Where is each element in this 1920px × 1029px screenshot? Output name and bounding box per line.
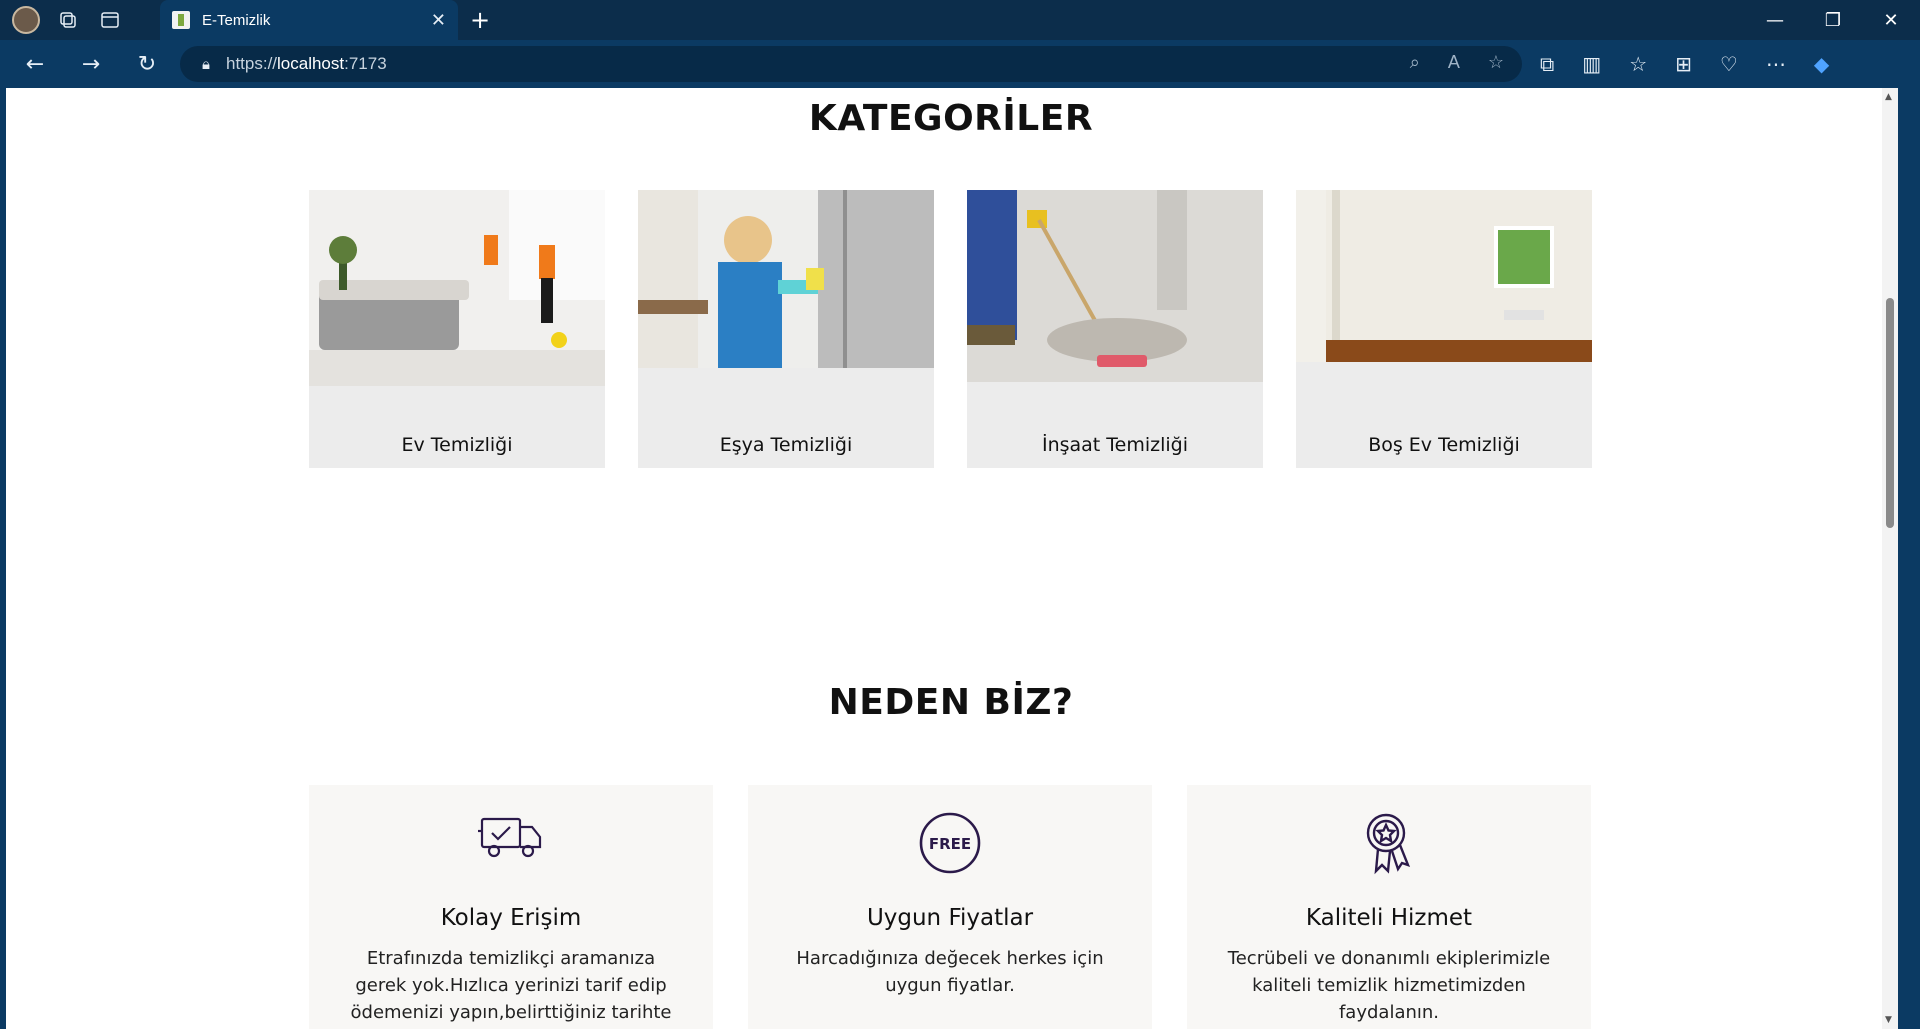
lock-icon[interactable]: 🔒︎ (202, 56, 210, 73)
url-host: localhost (277, 54, 345, 73)
category-image-bos-ev (1296, 190, 1592, 386)
vertical-tabs-icon[interactable] (96, 6, 124, 34)
url-scheme: https:// (225, 54, 278, 73)
new-tab-icon[interactable]: + (470, 6, 490, 34)
address-bar[interactable]: 🔒︎ https://localhost:7173 ⌕ A ☆ (180, 46, 1522, 82)
copilot-icon[interactable]: ◆ (1814, 52, 1829, 76)
zoom-icon[interactable]: ⌕ (1410, 52, 1420, 73)
category-card-ev[interactable]: Ev Temizliği (309, 190, 605, 468)
feature-text: Etrafınızda temizlikçi aramanıza gerek y… (350, 948, 672, 1023)
split-screen-icon[interactable]: ▥ (1582, 52, 1601, 76)
category-card-esya[interactable]: Eşya Temizliği (638, 190, 934, 468)
scroll-up-icon[interactable]: ▲ (1885, 92, 1892, 102)
more-icon[interactable]: ⋯ (1766, 52, 1786, 76)
profile-avatar[interactable] (12, 6, 40, 34)
category-label: Boş Ev Temizliği (1368, 434, 1520, 456)
forward-icon[interactable]: → (70, 46, 112, 82)
free-badge-text: FREE (929, 835, 971, 853)
browser-tab-bar: E-Temizlik ✕ + — ❐ ✕ (0, 0, 1920, 40)
back-icon[interactable]: ← (14, 46, 56, 82)
restore-icon[interactable]: ❐ (1804, 0, 1862, 40)
feature-title: Kaliteli Hizmet (1305, 905, 1473, 931)
why-us-title: NEDEN BİZ? (828, 682, 1074, 723)
category-image-ev (309, 190, 605, 386)
refresh-icon[interactable]: ↻ (126, 46, 168, 82)
minimize-icon[interactable]: — (1746, 0, 1804, 40)
window-controls: — ❐ ✕ (1746, 0, 1920, 40)
feature-title: Kolay Erişim (440, 905, 582, 931)
feature-text: Harcadığınıza değecek herkes için uygun … (796, 948, 1104, 996)
categories-title: KATEGORİLER (808, 98, 1094, 139)
feature-card-quality: Kaliteli Hizmet Tecrübeli ve donanımlı e… (1187, 785, 1591, 1029)
extensions-icon[interactable]: ⧉ (1540, 52, 1554, 76)
window-close-icon[interactable]: ✕ (1862, 0, 1920, 40)
scroll-thumb[interactable] (1886, 298, 1894, 528)
feature-title: Uygun Fiyatlar (866, 905, 1034, 931)
page-scrollbar[interactable]: ▲ ▼ (1882, 88, 1898, 1029)
free-badge-icon: FREE (918, 811, 982, 879)
category-card-bos-ev[interactable]: Boş Ev Temizliği (1296, 190, 1592, 468)
site-favicon (172, 11, 190, 29)
toolbar-actions: ⧉ ▥ ☆ ⊞ ♡ ⋯ ◆ (1540, 40, 1829, 88)
favorite-star-icon[interactable]: ☆ (1488, 52, 1504, 73)
feature-card-easy-access: Kolay Erişim Etrafınızda temizlikçi aram… (309, 785, 713, 1029)
delivery-truck-icon (478, 811, 544, 865)
tab-e-temizlik[interactable]: E-Temizlik ✕ (160, 0, 458, 40)
page-viewport: KATEGORİLER Ev Temizliği Eşya Temizliği … (6, 88, 1898, 1029)
read-aloud-icon[interactable]: A (1448, 52, 1460, 73)
url-port: :7173 (344, 54, 387, 73)
category-label: İnşaat Temizliği (1041, 434, 1189, 456)
browser-essentials-icon[interactable]: ♡ (1720, 52, 1738, 76)
category-card-insaat[interactable]: İnşaat Temizliği (967, 190, 1263, 468)
scroll-down-icon[interactable]: ▼ (1885, 1015, 1892, 1025)
category-image-esya (638, 190, 934, 386)
tab-title: E-Temizlik (202, 11, 271, 29)
favorites-icon[interactable]: ☆ (1629, 52, 1647, 76)
feature-text: Tecrübeli ve donanımlı ekiplerimizle kal… (1227, 948, 1551, 1023)
close-tab-icon[interactable]: ✕ (431, 10, 446, 31)
feature-card-prices: FREE Uygun Fiyatlar Harcadığınıza değece… (748, 785, 1152, 1029)
category-label: Eşya Temizliği (719, 434, 853, 456)
award-ribbon-icon (1364, 811, 1414, 879)
browser-toolbar: ← → ↻ 🔒︎ https://localhost:7173 ⌕ A ☆ ⧉ … (0, 40, 1920, 88)
workspaces-icon[interactable] (54, 6, 82, 34)
collections-icon[interactable]: ⊞ (1675, 52, 1692, 76)
category-label: Ev Temizliği (401, 434, 513, 456)
category-image-insaat (967, 190, 1263, 386)
